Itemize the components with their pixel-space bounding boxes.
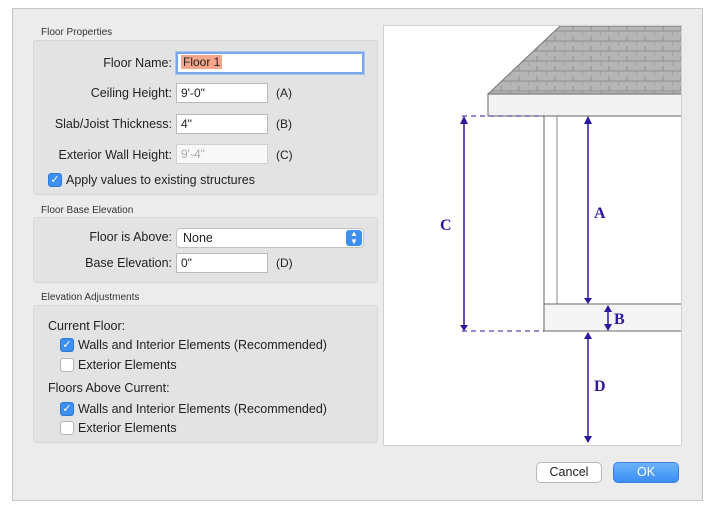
current-exterior-label: Exterior Elements xyxy=(78,358,177,372)
slab-thickness-label: Slab/Joist Thickness: xyxy=(54,117,172,131)
checkmark-icon: ✓ xyxy=(50,174,60,186)
floor-name-label: Floor Name: xyxy=(103,56,172,70)
current-exterior-checkbox[interactable] xyxy=(60,358,74,372)
elevation-adjustments-panel: Current Floor: ✓ Walls and Interior Elem… xyxy=(33,305,378,443)
floor-above-select[interactable]: None ▲ ▼ xyxy=(176,228,364,248)
checkmark-icon: ✓ xyxy=(62,339,72,351)
cancel-button[interactable]: Cancel xyxy=(536,462,602,483)
ceiling-height-letter: (A) xyxy=(276,86,292,100)
base-elevation-input[interactable]: 0" xyxy=(176,253,268,273)
floor-above-label: Floor is Above: xyxy=(89,230,172,244)
base-elevation-label: Base Elevation: xyxy=(85,256,172,270)
dimension-a-arrow-top xyxy=(584,116,592,124)
floor-base-elevation-title: Floor Base Elevation xyxy=(41,205,134,216)
dimension-a-arrow-bottom xyxy=(584,298,592,304)
slab-thickness-input[interactable]: 4" xyxy=(176,114,268,134)
dimension-d-arrow-bottom xyxy=(584,436,592,443)
apply-existing-label: Apply values to existing structures xyxy=(66,173,255,187)
above-walls-checkbox[interactable]: ✓ xyxy=(60,402,74,416)
exterior-wall-letter: (C) xyxy=(276,148,293,162)
base-elevation-letter: (D) xyxy=(276,256,293,270)
checkmark-icon: ✓ xyxy=(62,403,72,415)
floor-settings-dialog: Floor Properties Floor Name: Floor 1 Cei… xyxy=(12,8,703,501)
floor-slab xyxy=(543,303,681,332)
dimension-d-arrow-top xyxy=(584,332,592,339)
label-c: C xyxy=(440,217,452,234)
current-floor-label: Current Floor: xyxy=(48,319,126,333)
above-exterior-checkbox[interactable] xyxy=(60,421,74,435)
dimension-c-arrow-top xyxy=(460,116,468,124)
ok-button[interactable]: OK xyxy=(613,462,679,483)
elevation-adjustments-title: Elevation Adjustments xyxy=(41,292,140,303)
above-walls-label: Walls and Interior Elements (Recommended… xyxy=(78,402,327,416)
floor-above-value: None xyxy=(183,231,213,245)
floor-name-input[interactable]: Floor 1 xyxy=(176,52,364,74)
label-b: B xyxy=(614,311,625,328)
floor-base-elevation-panel: Floor is Above: None ▲ ▼ Base Elevation: … xyxy=(33,217,378,283)
floor-properties-title: Floor Properties xyxy=(41,27,113,38)
floor-name-value: Floor 1 xyxy=(181,55,223,69)
floors-above-label: Floors Above Current: xyxy=(48,381,170,395)
above-exterior-label: Exterior Elements xyxy=(78,421,177,435)
current-walls-checkbox[interactable]: ✓ xyxy=(60,338,74,352)
dimension-c-arrow-bottom xyxy=(460,325,468,331)
floor-section-diagram: C A B D xyxy=(440,26,681,443)
ceiling-height-input[interactable]: 9'-0" xyxy=(176,83,268,103)
slab-thickness-letter: (B) xyxy=(276,117,292,131)
label-d: D xyxy=(594,378,606,395)
ceiling-height-label: Ceiling Height: xyxy=(90,86,172,100)
floor-properties-panel: Floor Name: Floor 1 Ceiling Height: 9'-0… xyxy=(33,40,378,195)
label-a: A xyxy=(594,205,606,222)
roof-shingles xyxy=(486,26,681,95)
up-down-chevron-icon: ▲ ▼ xyxy=(346,230,362,246)
current-walls-label: Walls and Interior Elements (Recommended… xyxy=(78,338,327,352)
floor-section-illustration: C A B D xyxy=(383,25,682,446)
roof-fascia xyxy=(487,93,681,117)
apply-existing-checkbox[interactable]: ✓ xyxy=(48,173,62,187)
exterior-wall-input: 9'-4" xyxy=(176,144,268,164)
exterior-wall-label: Exterior Wall Height: xyxy=(58,148,172,162)
